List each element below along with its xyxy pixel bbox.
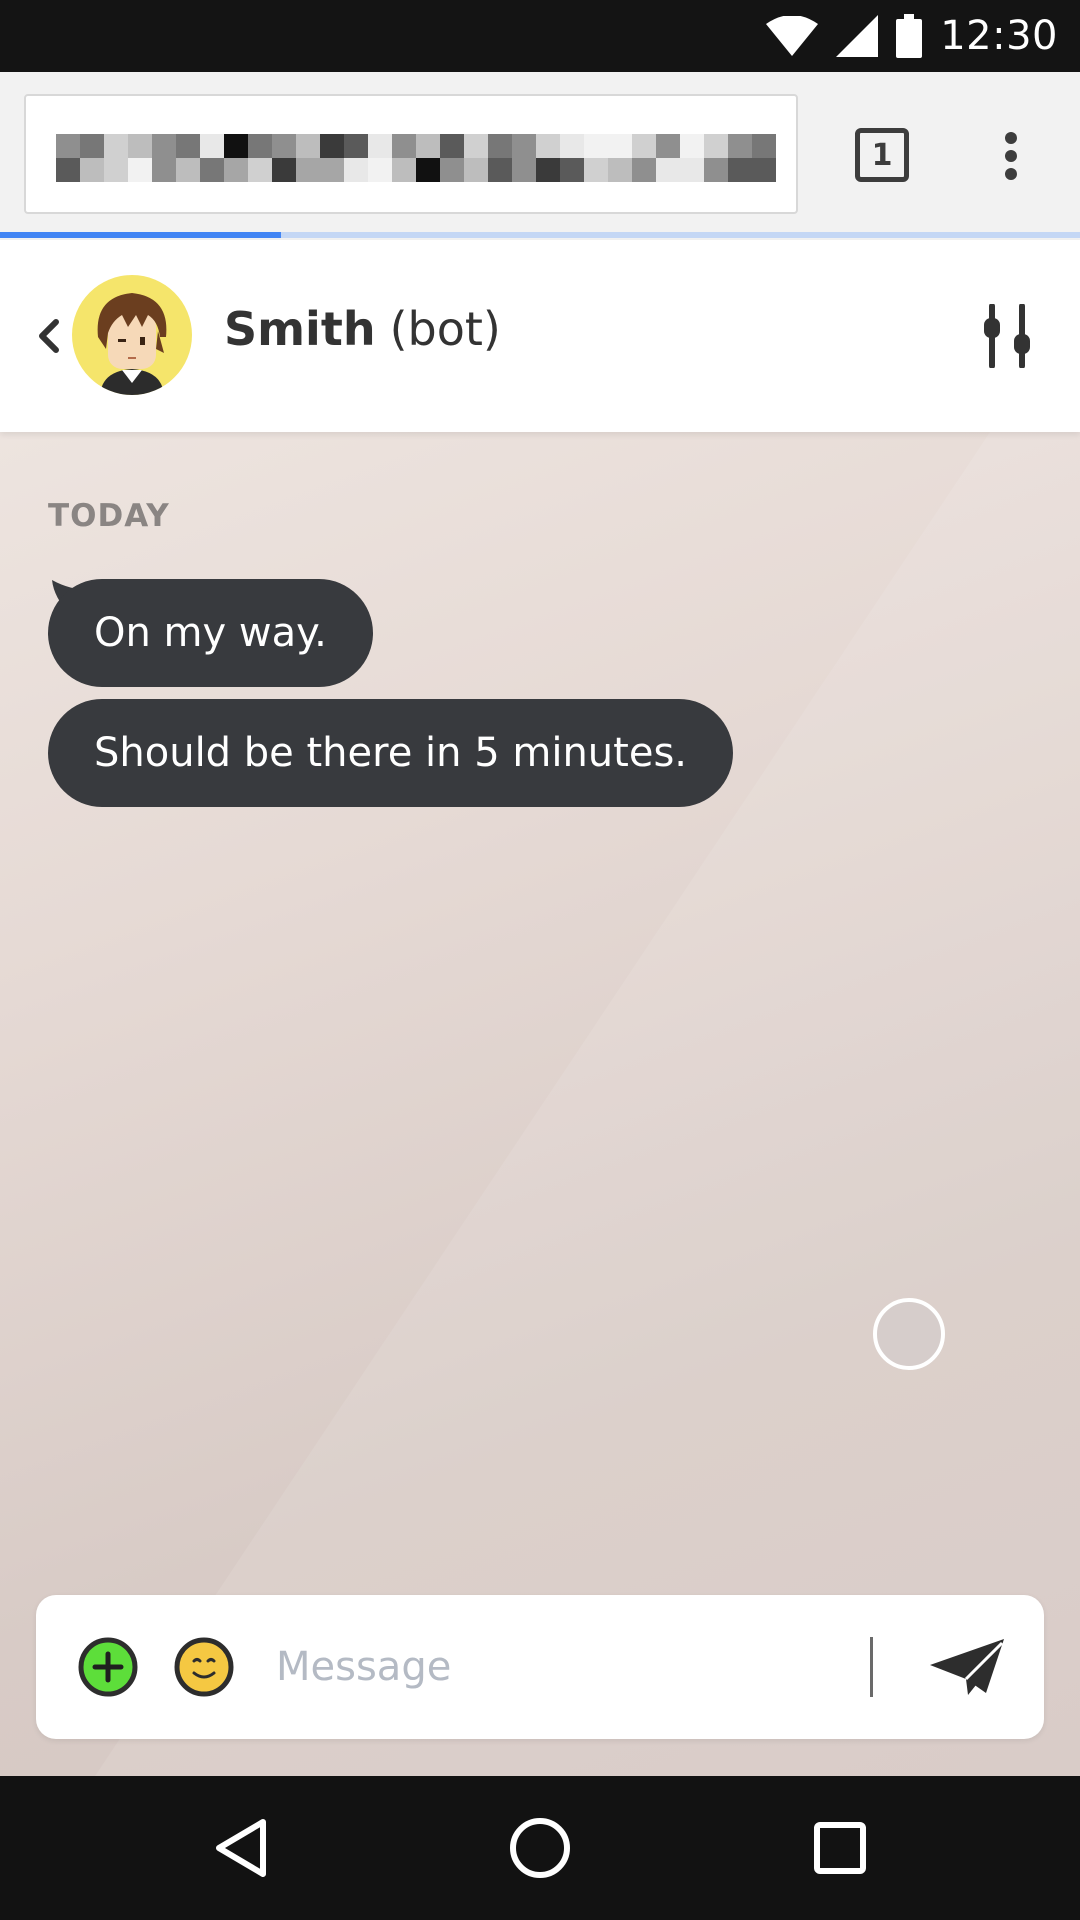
status-icons: 12:30 (766, 0, 1058, 72)
url-pixel (176, 158, 200, 182)
message-text: Should be there in 5 minutes. (94, 730, 688, 776)
url-pixel (680, 158, 704, 182)
message-text: On my way. (94, 610, 327, 656)
send-icon[interactable] (924, 1635, 1010, 1699)
url-pixel (440, 134, 464, 158)
emoji-icon[interactable] (174, 1637, 234, 1697)
url-pixel (248, 134, 272, 158)
battery-icon (896, 14, 923, 58)
more-vert-icon[interactable] (992, 126, 1030, 186)
url-pixel (224, 134, 248, 158)
message-bubble[interactable]: Should be there in 5 minutes. (48, 699, 734, 807)
status-bar: 12:30 (0, 0, 1080, 72)
url-pixel (152, 134, 176, 158)
system-nav-bar (0, 1776, 1080, 1920)
url-bar[interactable] (24, 94, 798, 214)
url-pixel (392, 158, 416, 182)
url-pixel (656, 134, 680, 158)
url-pixel (608, 158, 632, 182)
url-pixel (752, 134, 776, 158)
url-pixel (632, 158, 656, 182)
url-pixel (632, 134, 656, 158)
tab-count: 1 (871, 137, 893, 173)
url-pixel (512, 158, 536, 182)
url-pixel (392, 134, 416, 158)
url-pixel (464, 158, 488, 182)
url-pixel (752, 158, 776, 182)
floating-circle-button[interactable] (873, 1298, 945, 1370)
url-pixel (104, 134, 128, 158)
avatar-icon[interactable] (72, 275, 192, 395)
url-pixel (104, 158, 128, 182)
url-pixel (584, 134, 608, 158)
url-pixel (224, 158, 248, 182)
url-pixel (584, 158, 608, 182)
url-pixel (200, 134, 224, 158)
url-pixel (368, 134, 392, 158)
url-pixel (680, 134, 704, 158)
url-pixel (272, 134, 296, 158)
url-pixel (56, 158, 80, 182)
sliders-icon[interactable] (978, 303, 1038, 369)
url-pixel (320, 134, 344, 158)
recents-square-icon[interactable] (804, 1812, 876, 1884)
url-pixel (320, 158, 344, 182)
day-separator: TODAY (48, 498, 170, 534)
url-text-obscured (56, 134, 776, 182)
url-pixel (128, 158, 152, 182)
url-pixel (416, 158, 440, 182)
tab-switcher-button[interactable]: 1 (855, 128, 909, 182)
back-chevron-icon[interactable] (28, 310, 68, 362)
url-pixel (512, 134, 536, 158)
url-pixel (80, 158, 104, 182)
contact-tag: (bot) (389, 302, 501, 356)
url-pixel (608, 134, 632, 158)
message-input[interactable] (276, 1631, 836, 1703)
url-pixel (80, 134, 104, 158)
chat-area[interactable]: TODAY On my way. Should be there in 5 mi… (0, 432, 1080, 1776)
composer-divider (870, 1637, 873, 1697)
url-pixel (128, 134, 152, 158)
home-circle-icon[interactable] (504, 1812, 576, 1884)
browser-toolbar: 1 (0, 72, 1080, 240)
url-pixel (176, 134, 200, 158)
chat-title: Smith (bot) (224, 302, 501, 356)
add-icon[interactable] (78, 1637, 138, 1697)
contact-name: Smith (224, 302, 376, 356)
url-pixel (200, 158, 224, 182)
url-pixel (656, 158, 680, 182)
url-pixel (296, 158, 320, 182)
url-pixel (488, 158, 512, 182)
url-pixel (464, 134, 488, 158)
url-pixel (536, 134, 560, 158)
url-pixel (344, 158, 368, 182)
url-pixel (56, 134, 80, 158)
url-pixel (248, 158, 272, 182)
wifi-icon (766, 16, 819, 56)
url-pixel (416, 134, 440, 158)
url-pixel (368, 158, 392, 182)
url-pixel (272, 158, 296, 182)
cell-signal-icon (836, 15, 879, 57)
url-pixel (728, 158, 752, 182)
url-pixel (704, 134, 728, 158)
url-pixel (560, 134, 584, 158)
url-pixel (296, 134, 320, 158)
url-pixel (536, 158, 560, 182)
page-load-progress (0, 232, 1080, 238)
url-pixel (152, 158, 176, 182)
back-triangle-icon[interactable] (205, 1812, 277, 1884)
url-pixel (560, 158, 584, 182)
message-composer (36, 1595, 1044, 1739)
chat-header: Smith (bot) (0, 240, 1080, 432)
url-pixel (488, 134, 512, 158)
status-time: 12:30 (940, 13, 1058, 59)
url-pixel (704, 158, 728, 182)
url-pixel (344, 134, 368, 158)
page-load-progress-fill (0, 232, 281, 238)
url-pixel (728, 134, 752, 158)
url-pixel (440, 158, 464, 182)
message-bubble[interactable]: On my way. (48, 579, 373, 687)
